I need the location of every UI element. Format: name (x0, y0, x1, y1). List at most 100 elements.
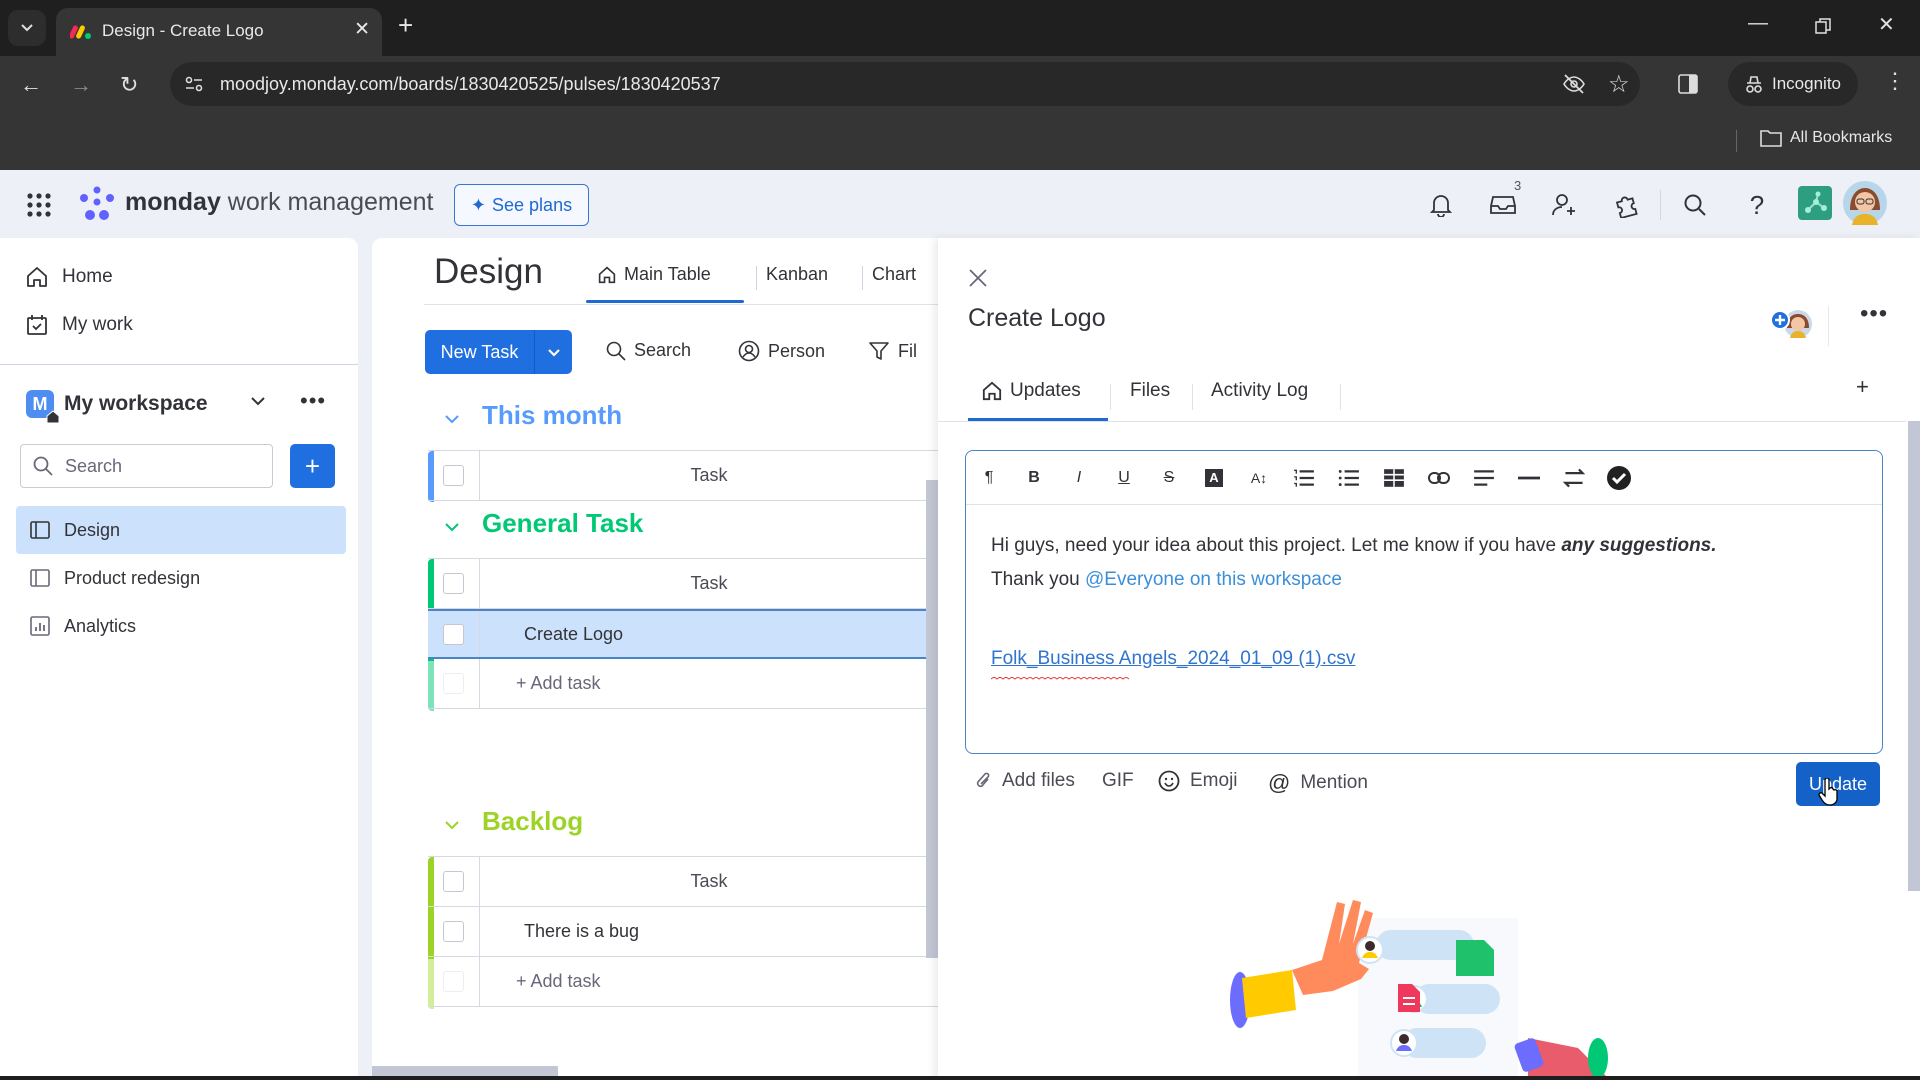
column-header-task[interactable]: Task (480, 871, 938, 892)
attachment-link[interactable]: Folk_Business Angels_2024_01_09 (1).csv (991, 642, 1355, 676)
chevron-down-icon[interactable] (250, 396, 266, 406)
subscribers-avatar[interactable] (1768, 308, 1816, 340)
notifications-button[interactable] (1426, 190, 1456, 220)
select-all-checkbox[interactable] (443, 573, 464, 594)
minimize-button[interactable]: — (1748, 12, 1768, 35)
board-vertical-scrollbar[interactable] (926, 480, 938, 958)
numbered-list-icon[interactable] (1293, 467, 1315, 489)
add-files-button[interactable]: Add files (974, 770, 1075, 792)
group-title-backlog[interactable]: Backlog (482, 806, 583, 837)
bookmark-star-icon[interactable]: ☆ (1608, 70, 1630, 99)
italic-icon[interactable]: I (1068, 467, 1090, 489)
group-title-this-month[interactable]: This month (482, 400, 622, 431)
align-icon[interactable] (1473, 467, 1495, 489)
table-row[interactable]: Create Logo (428, 609, 938, 659)
close-icon[interactable] (968, 268, 988, 288)
add-view-button[interactable]: + (1856, 374, 1869, 400)
paragraph-icon[interactable]: ¶ (978, 467, 1000, 489)
board-search-button[interactable]: Search (606, 340, 691, 361)
sidebar-search-input[interactable]: Search (20, 444, 273, 488)
select-all-checkbox[interactable] (443, 465, 464, 486)
eye-off-icon[interactable] (1562, 74, 1586, 94)
column-header-task[interactable]: Task (480, 465, 938, 486)
add-task-row[interactable]: + Add task (428, 659, 938, 709)
select-all-checkbox[interactable] (443, 871, 464, 892)
item-title[interactable]: Create Logo (968, 304, 1106, 333)
workspace-selector[interactable]: M My workspace (26, 390, 208, 423)
incognito-indicator[interactable]: Incognito (1728, 62, 1858, 106)
column-header-task[interactable]: Task (480, 573, 938, 594)
add-task-row[interactable]: + Add task (428, 957, 938, 1007)
inbox-button[interactable] (1488, 190, 1518, 220)
table-row[interactable]: There is a bug (428, 907, 938, 957)
apps-marketplace-button[interactable] (1612, 190, 1642, 220)
collapse-group-chevron-icon[interactable] (444, 522, 460, 532)
item-more-options-icon[interactable]: ••• (1860, 300, 1888, 328)
address-bar[interactable]: moodjoy.monday.com/boards/1830420525/pul… (170, 62, 1640, 106)
mention-button[interactable]: @ Mention (1268, 770, 1368, 796)
reload-icon[interactable]: ↻ (120, 72, 138, 98)
sidebar-item-my-work[interactable]: My work (26, 314, 133, 336)
search-button[interactable] (1680, 190, 1710, 220)
new-tab-button[interactable]: + (398, 12, 413, 38)
workspace-more-icon[interactable]: ••• (300, 388, 326, 414)
collapse-group-chevron-icon[interactable] (444, 820, 460, 830)
sidebar-board-design[interactable]: Design (16, 506, 346, 554)
help-icon[interactable]: ? (1742, 190, 1772, 220)
task-name[interactable]: There is a bug (480, 921, 639, 942)
sidebar-board-analytics[interactable]: Analytics (16, 602, 346, 650)
see-plans-button[interactable]: ✦ See plans (454, 184, 589, 226)
mention-tag[interactable]: @Everyone on this workspace (1085, 569, 1342, 590)
checklist-icon[interactable] (1606, 465, 1632, 491)
forward-arrow-icon[interactable]: → (70, 72, 92, 98)
restore-button[interactable] (1815, 18, 1831, 34)
site-settings-icon[interactable] (184, 75, 204, 93)
sidebar-board-product-redesign[interactable]: Product redesign (16, 554, 346, 602)
horizontal-rule-icon[interactable] (1518, 467, 1540, 489)
group-title-general-task[interactable]: General Task (482, 508, 643, 539)
update-editor[interactable]: ¶ B I U S A A↕ Hi guys, need your idea a… (965, 450, 1883, 754)
all-bookmarks-button[interactable]: All Bookmarks (1760, 129, 1892, 147)
new-task-label[interactable]: New Task (425, 330, 535, 374)
add-task-input[interactable]: + Add task (480, 971, 601, 992)
task-name[interactable]: Create Logo (480, 624, 623, 645)
collapse-group-chevron-icon[interactable] (444, 414, 460, 424)
back-arrow-icon[interactable]: ← (20, 72, 42, 98)
user-avatar[interactable] (1842, 180, 1888, 226)
table-icon[interactable] (1383, 467, 1405, 489)
gif-button[interactable]: GIF (1102, 770, 1134, 792)
panel-vertical-scrollbar[interactable] (1908, 421, 1920, 891)
link-icon[interactable] (1428, 467, 1450, 489)
view-tab-main-table[interactable]: Main Table (598, 264, 711, 285)
emoji-button[interactable]: Emoji (1158, 770, 1238, 792)
browser-menu-icon[interactable]: ⋮ (1884, 68, 1906, 94)
underline-icon[interactable]: U (1113, 467, 1135, 489)
workspace-app-icon[interactable] (1798, 186, 1832, 220)
view-tab-kanban[interactable]: Kanban (766, 264, 828, 285)
app-switcher-grid-icon[interactable] (26, 192, 52, 218)
add-board-button[interactable]: + (290, 444, 335, 488)
new-task-button[interactable]: New Task (425, 330, 572, 374)
row-checkbox[interactable] (443, 623, 464, 645)
editor-content[interactable]: Hi guys, need your idea about this proje… (991, 529, 1871, 680)
add-task-input[interactable]: + Add task (480, 673, 601, 694)
tab-close-icon[interactable]: ✕ (354, 18, 370, 41)
row-checkbox[interactable] (443, 921, 464, 942)
text-direction-icon[interactable] (1563, 467, 1585, 489)
window-close-button[interactable]: ✕ (1878, 12, 1895, 37)
text-color-icon[interactable]: A (1203, 467, 1225, 489)
tab-updates[interactable]: Updates (982, 380, 1081, 402)
side-panel-icon[interactable] (1678, 74, 1698, 94)
font-size-icon[interactable]: A↕ (1248, 467, 1270, 489)
tab-files[interactable]: Files (1130, 380, 1170, 402)
person-filter-button[interactable]: Person (738, 340, 825, 362)
bullet-list-icon[interactable] (1338, 467, 1360, 489)
tab-search-button[interactable] (8, 10, 46, 46)
filter-button[interactable]: Fil (868, 340, 917, 362)
bold-icon[interactable]: B (1023, 467, 1045, 489)
view-tab-chart[interactable]: Chart (872, 264, 916, 285)
sidebar-item-home[interactable]: Home (26, 266, 113, 288)
strikethrough-icon[interactable]: S (1158, 467, 1180, 489)
new-task-dropdown[interactable] (535, 330, 572, 374)
tab-activity-log[interactable]: Activity Log (1211, 380, 1308, 402)
